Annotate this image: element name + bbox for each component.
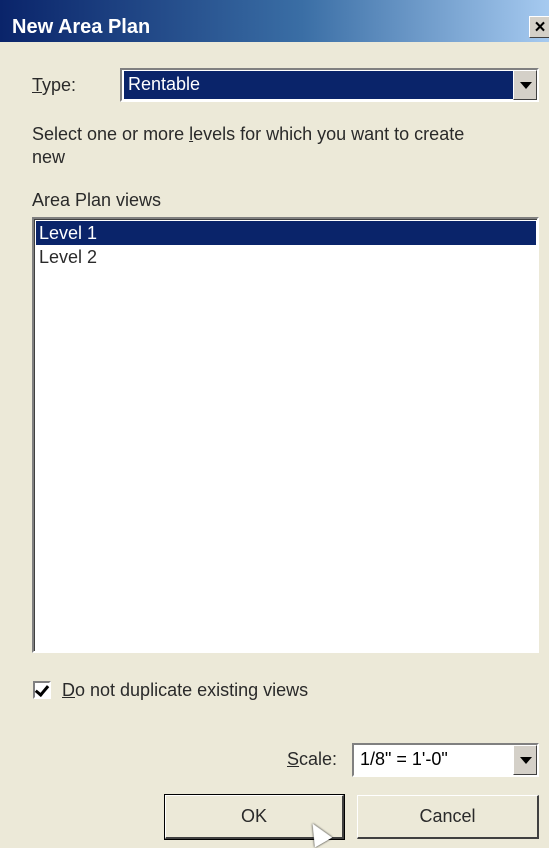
- list-item-level-1[interactable]: Level 1: [36, 221, 536, 245]
- scale-dropdown-value: 1/8" = 1'-0": [360, 749, 448, 769]
- views-listbox[interactable]: Level 1 Level 2: [32, 217, 539, 653]
- type-dropdown-value: Rentable: [124, 71, 513, 99]
- instruction-line2: new: [32, 147, 66, 167]
- instruction-text-a: Select one or more: [32, 124, 190, 144]
- duplicate-label-text: o not duplicate existing views: [75, 680, 309, 700]
- scale-dropdown[interactable]: 1/8" = 1'-0": [352, 743, 539, 777]
- scale-label-mnemonic: S: [287, 749, 300, 769]
- cancel-button[interactable]: Cancel: [357, 795, 539, 839]
- list-item-level-2[interactable]: Level 2: [36, 245, 536, 269]
- checkmark-icon: [34, 681, 50, 698]
- instruction-text-b: evels for which you want to create: [193, 124, 465, 144]
- duplicate-checkbox[interactable]: [33, 681, 51, 699]
- scale-dropdown-arrow-icon[interactable]: [513, 745, 537, 775]
- instruction-line1: Select one or more levels for which you …: [32, 124, 464, 145]
- scale-label: Scale:: [287, 749, 337, 770]
- type-label-mnemonic: T: [32, 75, 43, 95]
- type-label-text: ype:: [42, 75, 77, 95]
- type-dropdown[interactable]: Rentable: [120, 68, 539, 102]
- title-bar[interactable]: New Area Plan ×: [0, 0, 549, 42]
- window-title: New Area Plan: [12, 16, 151, 38]
- duplicate-checkbox-label[interactable]: Do not duplicate existing views: [62, 680, 308, 701]
- type-dropdown-arrow-icon[interactable]: [513, 70, 537, 100]
- type-label: Type:: [32, 75, 76, 96]
- scale-label-text: cale:: [299, 749, 338, 769]
- close-button[interactable]: ×: [529, 16, 549, 38]
- views-list-label: Area Plan views: [32, 190, 162, 210]
- duplicate-label-mnemonic: D: [62, 680, 75, 700]
- close-icon: ×: [534, 17, 546, 38]
